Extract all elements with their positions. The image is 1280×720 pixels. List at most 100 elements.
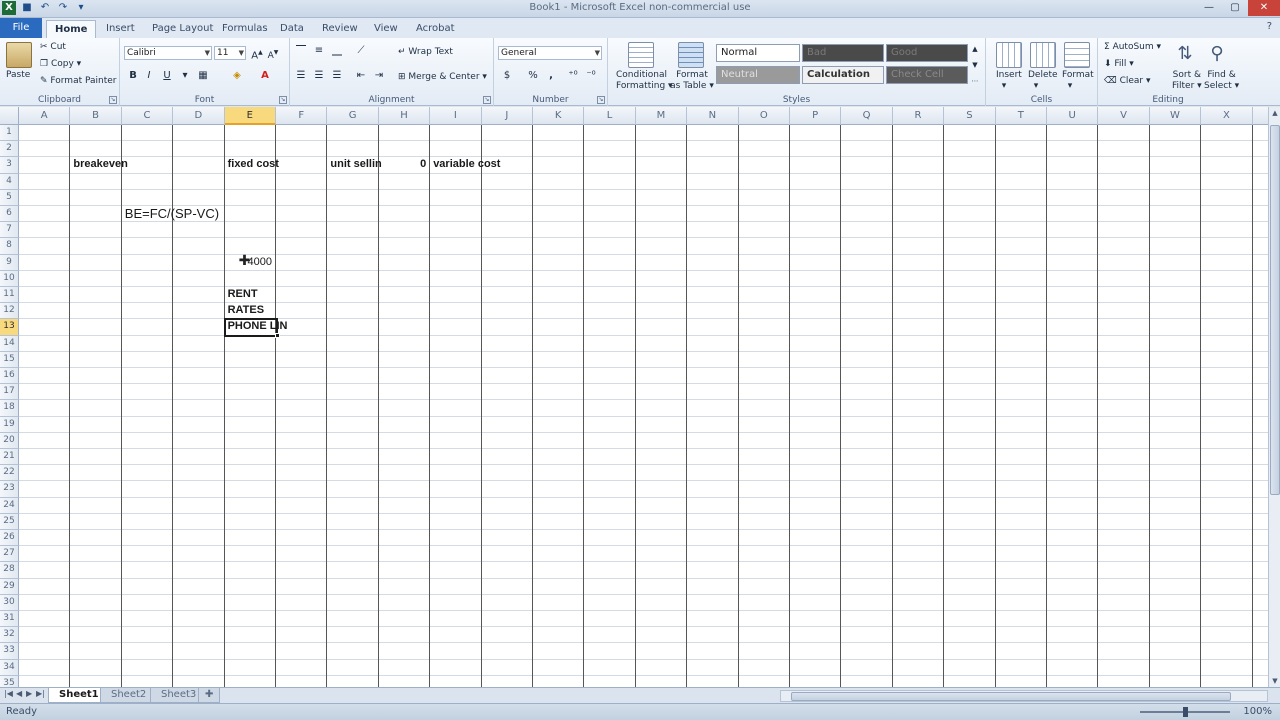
column-header-r[interactable]: R bbox=[893, 107, 945, 125]
select-all-corner[interactable] bbox=[0, 107, 19, 125]
find-select-button[interactable]: Find & Select ▾ bbox=[1204, 70, 1239, 92]
font-size-combo[interactable]: 11 ▼ bbox=[214, 46, 246, 60]
horizontal-scrollbar[interactable] bbox=[780, 690, 1268, 702]
row-header-29[interactable]: 29 bbox=[0, 578, 19, 595]
row-header-19[interactable]: 19 bbox=[0, 416, 19, 433]
increase-indent-icon[interactable]: ⇥ bbox=[372, 69, 386, 83]
row-header-4[interactable]: 4 bbox=[0, 173, 19, 190]
row-header-25[interactable]: 25 bbox=[0, 513, 19, 530]
row-header-16[interactable]: 16 bbox=[0, 368, 19, 385]
prev-sheet-icon[interactable]: ◀ bbox=[16, 689, 22, 698]
row-header-20[interactable]: 20 bbox=[0, 432, 19, 449]
shrink-font-icon[interactable]: A▼ bbox=[266, 46, 280, 61]
column-header-x[interactable]: X bbox=[1201, 107, 1253, 125]
column-header-i[interactable]: I bbox=[430, 107, 482, 125]
fill-button[interactable]: ⬇ Fill ▾ bbox=[1104, 59, 1134, 70]
row-header-33[interactable]: 33 bbox=[0, 643, 19, 660]
number-format-combo[interactable]: General ▼ bbox=[498, 46, 602, 60]
format-as-table-icon[interactable] bbox=[678, 42, 704, 68]
zoom-slider-knob[interactable] bbox=[1183, 707, 1188, 717]
style-good[interactable]: Good bbox=[886, 44, 968, 62]
vertical-scrollbar[interactable]: ▲ ▼ bbox=[1268, 107, 1280, 687]
align-top-icon[interactable]: ⎺ bbox=[294, 44, 308, 58]
cell-i3[interactable]: variable cost bbox=[433, 157, 500, 172]
cell-c6[interactable]: BE=FC/(SP-VC) bbox=[125, 206, 219, 221]
cell-g3[interactable]: unit sellin bbox=[330, 157, 381, 172]
styles-more-icon[interactable]: ⋯ bbox=[970, 74, 980, 88]
paste-icon[interactable] bbox=[6, 42, 32, 68]
number-launcher-icon[interactable]: ↘ bbox=[597, 96, 605, 104]
row-header-18[interactable]: 18 bbox=[0, 400, 19, 417]
conditional-formatting-button[interactable]: Conditional Formatting ▾ bbox=[616, 70, 673, 92]
clipboard-launcher-icon[interactable]: ↘ bbox=[109, 96, 117, 104]
cut-button[interactable]: ✂ Cut bbox=[40, 42, 66, 53]
row-header-31[interactable]: 31 bbox=[0, 611, 19, 628]
cell-e3[interactable]: fixed cost bbox=[228, 157, 279, 172]
row-header-11[interactable]: 11 bbox=[0, 287, 19, 304]
row-header-1[interactable]: 1 bbox=[0, 125, 19, 142]
sheet-tab-sheet2[interactable]: Sheet2 bbox=[100, 688, 158, 703]
font-launcher-icon[interactable]: ↘ bbox=[279, 96, 287, 104]
column-header-s[interactable]: S bbox=[944, 107, 996, 125]
align-middle-icon[interactable]: ≡ bbox=[312, 44, 326, 58]
tab-page-layout[interactable]: Page Layout bbox=[144, 20, 221, 38]
cell-e12[interactable]: RATES bbox=[228, 303, 264, 318]
sort-filter-icon[interactable]: ⇅ bbox=[1174, 42, 1196, 68]
delete-button[interactable]: Delete ▾ bbox=[1028, 70, 1058, 92]
column-header-n[interactable]: N bbox=[687, 107, 739, 125]
style-neutral[interactable]: Neutral bbox=[716, 66, 800, 84]
cell-b3[interactable]: breakeven bbox=[73, 157, 127, 172]
column-header-h[interactable]: H bbox=[379, 107, 431, 125]
row-header-22[interactable]: 22 bbox=[0, 465, 19, 482]
maximize-icon[interactable]: ▢ bbox=[1222, 0, 1248, 16]
style-bad[interactable]: Bad bbox=[802, 44, 884, 62]
column-header-q[interactable]: Q bbox=[841, 107, 893, 125]
row-header-17[interactable]: 17 bbox=[0, 384, 19, 401]
row-header-34[interactable]: 34 bbox=[0, 659, 19, 676]
column-header-f[interactable]: F bbox=[276, 107, 328, 125]
column-header-l[interactable]: L bbox=[584, 107, 636, 125]
row-header-5[interactable]: 5 bbox=[0, 189, 19, 206]
styles-scroll-up-icon[interactable]: ▲ bbox=[970, 42, 980, 56]
column-header-k[interactable]: K bbox=[533, 107, 585, 125]
row-header-13[interactable]: 13 bbox=[0, 319, 19, 336]
row-header-15[interactable]: 15 bbox=[0, 351, 19, 368]
row-header-7[interactable]: 7 bbox=[0, 222, 19, 239]
row-header-6[interactable]: 6 bbox=[0, 206, 19, 223]
column-header-o[interactable]: O bbox=[739, 107, 790, 125]
style-normal[interactable]: Normal bbox=[716, 44, 800, 62]
percent-button[interactable]: % bbox=[526, 69, 540, 83]
active-cell-border[interactable] bbox=[223, 318, 278, 337]
underline-button[interactable]: U bbox=[160, 69, 174, 83]
column-header-p[interactable]: P bbox=[790, 107, 842, 125]
format-button[interactable]: Format ▾ bbox=[1062, 70, 1094, 92]
column-header-w[interactable]: W bbox=[1150, 107, 1202, 125]
copy-button[interactable]: ❐ Copy ▾ bbox=[40, 59, 81, 70]
format-cells-icon[interactable] bbox=[1064, 42, 1090, 68]
fill-handle[interactable] bbox=[275, 332, 280, 338]
styles-scroll-down-icon[interactable]: ▼ bbox=[970, 58, 980, 72]
tab-home[interactable]: Home bbox=[46, 20, 97, 38]
worksheet-grid[interactable]: 1 2 3 4 5 6 7 8 9 10 11 12 13 14 15 16 17 18 19 20 21 22 23 24 2… bbox=[0, 125, 1268, 687]
clear-button[interactable]: ⌫ Clear ▾ bbox=[1104, 76, 1151, 87]
tab-review[interactable]: Review bbox=[314, 20, 366, 38]
row-header-24[interactable]: 24 bbox=[0, 497, 19, 514]
align-right-icon[interactable]: ☰ bbox=[330, 69, 344, 83]
cell-e11[interactable]: RENT bbox=[228, 287, 258, 302]
column-header-v[interactable]: V bbox=[1098, 107, 1150, 125]
vertical-scroll-thumb[interactable] bbox=[1270, 125, 1280, 495]
zoom-level[interactable]: 100% bbox=[1243, 706, 1272, 717]
style-calculation[interactable]: Calculation bbox=[802, 66, 884, 84]
column-header-j[interactable]: J bbox=[482, 107, 533, 125]
align-bottom-icon[interactable]: ⎽ bbox=[330, 44, 344, 58]
column-header-b[interactable]: B bbox=[70, 107, 122, 125]
row-header-26[interactable]: 26 bbox=[0, 530, 19, 547]
tab-formulas[interactable]: Formulas bbox=[214, 20, 276, 38]
row-header-10[interactable]: 10 bbox=[0, 270, 19, 287]
close-icon[interactable]: ✕ bbox=[1248, 0, 1280, 16]
orientation-icon[interactable]: ⟋ bbox=[354, 44, 368, 58]
style-check-cell[interactable]: Check Cell bbox=[886, 66, 968, 84]
horizontal-scroll-thumb[interactable] bbox=[791, 692, 1231, 701]
increase-decimal-icon[interactable]: ⁺⁰ bbox=[566, 69, 580, 83]
underline-dropdown-icon[interactable]: ▾ bbox=[178, 69, 192, 83]
